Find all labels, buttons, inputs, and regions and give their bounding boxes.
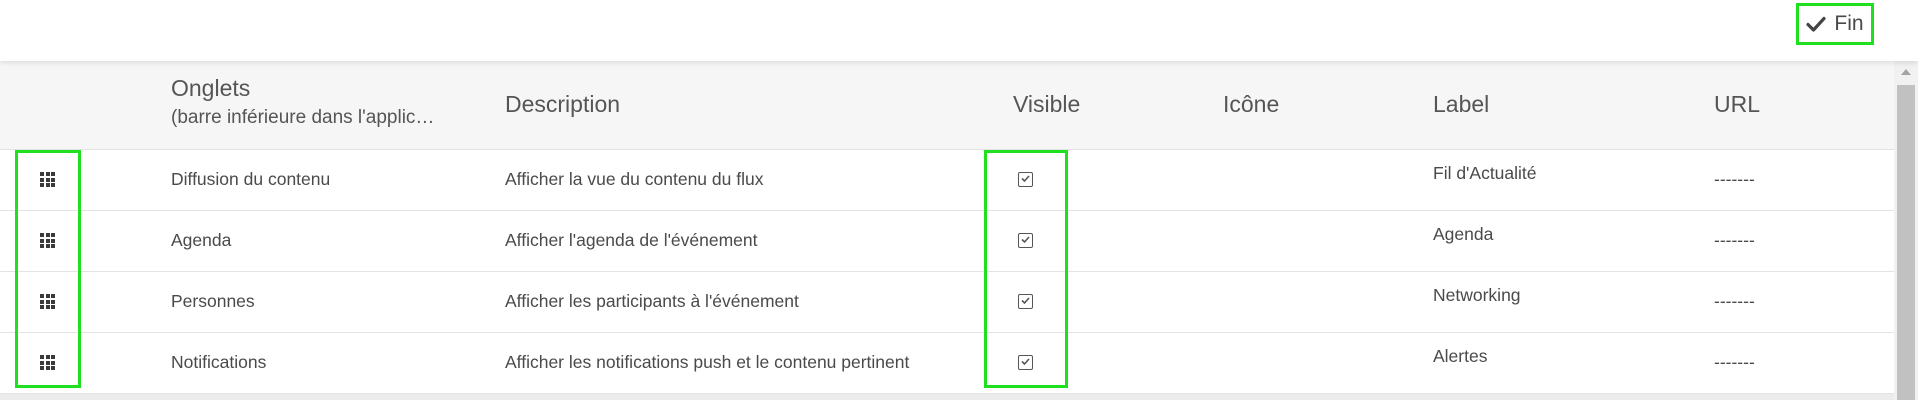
drag-handle-icon[interactable]	[40, 172, 56, 187]
visible-checkbox[interactable]	[1018, 172, 1033, 187]
row-description: Afficher la vue du contenu du flux	[505, 169, 764, 189]
header-visible: Visible	[1013, 91, 1081, 117]
header-tabs: Onglets	[171, 75, 251, 101]
scroll-up-arrow-icon[interactable]	[1901, 69, 1911, 75]
row-url: -------	[1714, 291, 1755, 311]
drag-handle-icon[interactable]	[40, 355, 56, 370]
row-tab-name: Diffusion du contenu	[171, 169, 331, 189]
table-row: Diffusion du contenu Afficher la vue du …	[0, 150, 1894, 211]
done-button-label: Fin	[1834, 12, 1864, 35]
table-row: Agenda Afficher l'agenda de l'événement …	[0, 211, 1894, 272]
scrollbar-thumb[interactable]	[1897, 85, 1915, 400]
table-header: Onglets (barre inférieure dans l'applic……	[0, 61, 1894, 150]
done-button[interactable]: Fin	[1796, 3, 1874, 45]
checkmark-icon	[1021, 358, 1030, 366]
checkmark-icon	[1021, 297, 1030, 305]
row-tab-name: Personnes	[171, 291, 255, 311]
vertical-scrollbar[interactable]	[1894, 61, 1918, 400]
drag-handle-icon[interactable]	[40, 233, 56, 248]
row-description: Afficher les notifications push et le co…	[505, 352, 910, 372]
row-label: Networking	[1433, 285, 1521, 305]
table-bottom-strip	[0, 394, 1894, 400]
checkmark-icon	[1021, 175, 1030, 183]
row-description: Afficher les participants à l'événement	[505, 291, 799, 311]
header-icon: Icône	[1223, 91, 1280, 117]
drag-handle-icon[interactable]	[40, 294, 56, 309]
visible-checkbox[interactable]	[1018, 355, 1033, 370]
row-tab-name: Agenda	[171, 230, 232, 250]
table-row: Personnes Afficher les participants à l'…	[0, 272, 1894, 333]
visible-checkbox[interactable]	[1018, 233, 1033, 248]
row-url: -------	[1714, 230, 1755, 250]
row-url: -------	[1714, 352, 1755, 372]
header-tabs-subtitle: (barre inférieure dans l'applic…	[171, 107, 435, 128]
table-row: Notifications Afficher les notifications…	[0, 333, 1894, 394]
checkmark-icon	[1021, 236, 1030, 244]
header-label: Label	[1433, 91, 1490, 117]
header-url: URL	[1714, 91, 1761, 117]
row-label: Agenda	[1433, 224, 1494, 244]
row-label: Fil d'Actualité	[1433, 163, 1537, 183]
row-label: Alertes	[1433, 346, 1488, 366]
header-description: Description	[505, 91, 621, 117]
row-tab-name: Notifications	[171, 352, 267, 372]
visible-checkbox[interactable]	[1018, 294, 1033, 309]
row-description: Afficher l'agenda de l'événement	[505, 230, 758, 250]
tabs-table: Onglets (barre inférieure dans l'applic……	[0, 61, 1894, 400]
row-url: -------	[1714, 169, 1755, 189]
check-icon	[1806, 16, 1827, 32]
top-toolbar: Fin	[0, 0, 1918, 61]
